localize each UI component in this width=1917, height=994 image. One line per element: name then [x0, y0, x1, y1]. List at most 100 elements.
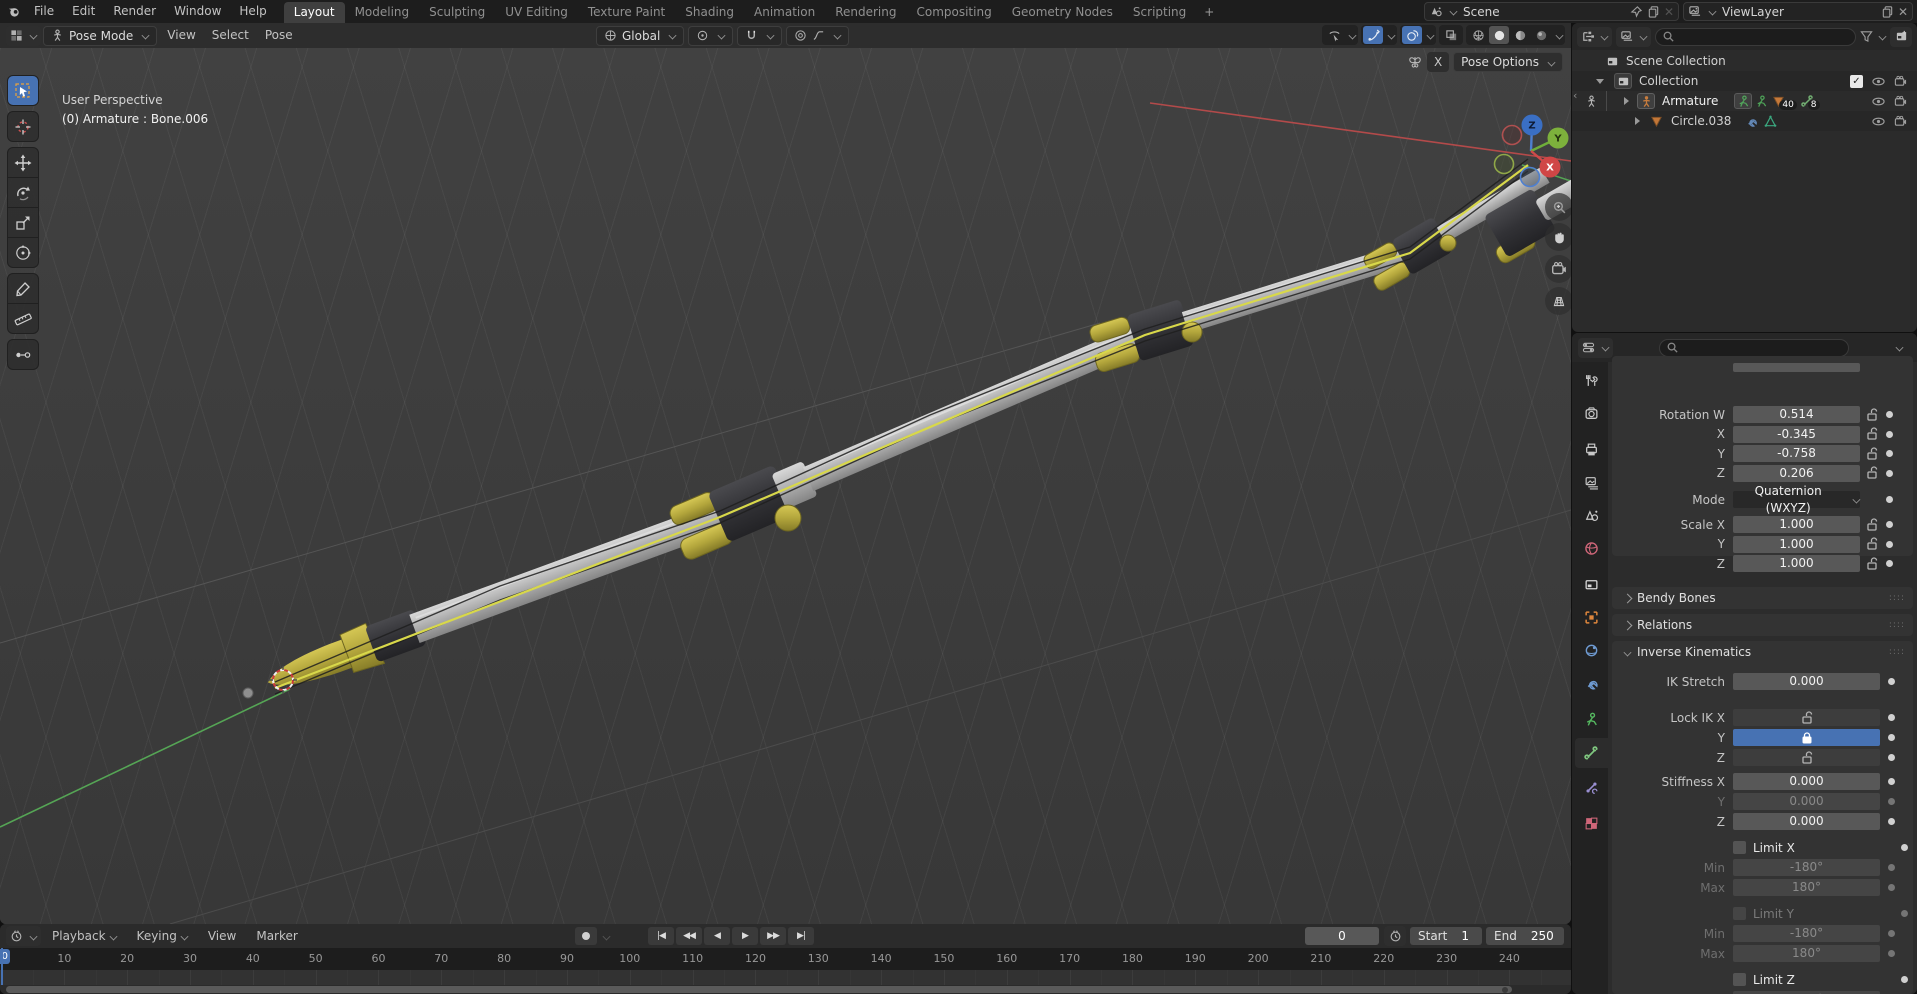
- menu-keying[interactable]: Keying: [128, 925, 197, 948]
- pivot-point-dropdown[interactable]: [688, 26, 733, 46]
- shading-rendered-button[interactable]: [1531, 26, 1551, 44]
- pan-view-button[interactable]: [1545, 223, 1571, 251]
- workspace-tab-rendering[interactable]: Rendering: [825, 2, 906, 23]
- properties-tab-data[interactable]: [1575, 704, 1608, 734]
- scale-y-field[interactable]: 1.000: [1733, 536, 1860, 553]
- properties-tab-texture[interactable]: [1575, 808, 1608, 838]
- animate-dot[interactable]: [1888, 678, 1895, 685]
- xray-toggle-button[interactable]: [1441, 26, 1461, 44]
- rotation-z-field[interactable]: 0.206: [1733, 465, 1860, 482]
- new-collection-button[interactable]: [1890, 27, 1912, 47]
- workspace-tab-animation[interactable]: Animation: [744, 2, 825, 23]
- gizmos-toggle-group[interactable]: [1361, 25, 1397, 45]
- transport-play[interactable]: ▶: [732, 927, 758, 945]
- properties-tab-tool[interactable]: [1575, 365, 1608, 395]
- bendy-bones-panel[interactable]: Bendy Bones::::: [1612, 587, 1913, 609]
- tool-select-box[interactable]: [7, 75, 39, 106]
- limit-z-checkbox[interactable]: [1733, 973, 1746, 986]
- snap-mode-chevron-icon[interactable]: [767, 32, 775, 40]
- animate-dot[interactable]: [1886, 560, 1893, 567]
- viewport-menu-pose[interactable]: Pose: [257, 23, 301, 48]
- topbar-menu-edit[interactable]: Edit: [63, 0, 104, 23]
- properties-tab-bone[interactable]: [1575, 738, 1608, 768]
- outliner-search-input[interactable]: [1655, 28, 1856, 46]
- workspace-tab-shading[interactable]: Shading: [675, 2, 744, 23]
- modifier-wrench-icon[interactable]: [1745, 115, 1758, 128]
- rotation-mode-dropdown[interactable]: Quaternion (WXYZ): [1733, 491, 1860, 508]
- properties-tab-output[interactable]: [1575, 434, 1608, 464]
- row-label[interactable]: Armature: [1662, 94, 1718, 108]
- topbar-menu-render[interactable]: Render: [104, 0, 165, 23]
- properties-tab-object[interactable]: [1575, 602, 1608, 632]
- region-collapse-chevron-icon[interactable]: ‹: [1573, 89, 1577, 102]
- lock-open-icon[interactable]: [1865, 408, 1879, 422]
- current-frame-field[interactable]: 0: [1305, 927, 1379, 945]
- viewport-menu-view[interactable]: View: [159, 23, 203, 48]
- properties-tab-view-layer[interactable]: [1575, 467, 1608, 497]
- viewport-canvas[interactable]: Z Y X User Perspective (0) Armature : Bo…: [0, 48, 1571, 924]
- pin-icon[interactable]: [1630, 5, 1643, 18]
- auto-keying-button[interactable]: [575, 927, 597, 945]
- tool-move[interactable]: [7, 147, 39, 178]
- rotation-w-field[interactable]: 0.514: [1733, 406, 1860, 423]
- animate-dot[interactable]: [1888, 754, 1895, 761]
- limit-x-checkbox[interactable]: [1733, 841, 1746, 854]
- tool-cursor[interactable]: [7, 111, 39, 142]
- lock-ik-y-toggle[interactable]: [1733, 729, 1880, 746]
- disclosure-triangle-icon[interactable]: [1624, 97, 1629, 105]
- properties-tab-world[interactable]: [1575, 533, 1608, 563]
- add-workspace-button[interactable]: +: [1196, 5, 1222, 19]
- lock-ik-z-toggle[interactable]: [1733, 749, 1880, 766]
- shading-wireframe-button[interactable]: [1468, 26, 1488, 44]
- tool-annotate[interactable]: [7, 273, 39, 304]
- transport-jump-to-start[interactable]: |◀: [648, 927, 674, 945]
- hide-eye-icon[interactable]: [1872, 115, 1885, 128]
- menu-view[interactable]: View: [199, 925, 245, 948]
- copy-icon[interactable]: [1647, 5, 1660, 18]
- rotation-y-field[interactable]: -0.758: [1733, 445, 1860, 462]
- lock-open-icon[interactable]: [1865, 447, 1879, 461]
- animate-dot[interactable]: [1886, 450, 1893, 457]
- animate-dot[interactable]: [1888, 818, 1895, 825]
- properties-editor[interactable]: Rotation W 0.514 X -0.345 Y -0.758 Z 0.2…: [1572, 333, 1917, 994]
- properties-tab-scene[interactable]: [1575, 500, 1608, 530]
- frame-start-field[interactable]: Start 1: [1410, 927, 1482, 945]
- stiffness-x-field[interactable]: 0.000: [1733, 773, 1880, 790]
- outliner-editor-type-button[interactable]: [1577, 27, 1612, 47]
- tool-scale[interactable]: [7, 207, 39, 238]
- scene-selector[interactable]: Scene ✕: [1424, 2, 1679, 21]
- workspace-tab-uv-editing[interactable]: UV Editing: [495, 2, 578, 23]
- mirror-butterfly-icon[interactable]: [1407, 54, 1423, 70]
- lock-open-icon[interactable]: [1865, 537, 1879, 551]
- lock-open-icon[interactable]: [1865, 427, 1879, 441]
- disclosure-triangle-icon[interactable]: [1635, 117, 1640, 125]
- menu-playback[interactable]: Playback: [43, 925, 126, 948]
- workspace-tab-geometry-nodes[interactable]: Geometry Nodes: [1002, 2, 1123, 23]
- rotation-x-field[interactable]: -0.345: [1733, 426, 1860, 443]
- workspace-tab-scripting[interactable]: Scripting: [1123, 2, 1196, 23]
- scene-name[interactable]: Scene: [1461, 5, 1626, 19]
- scale-x-field[interactable]: 1.000: [1733, 516, 1860, 533]
- collection-checkbox[interactable]: ✓: [1850, 75, 1863, 88]
- outliner-row-circle[interactable]: Circle.038: [1572, 111, 1917, 131]
- remove-viewlayer-icon[interactable]: ✕: [1898, 5, 1908, 19]
- outliner-editor[interactable]: Scene Collection Collection ✓ Armature: [1572, 23, 1917, 332]
- animate-dot[interactable]: [1901, 976, 1908, 983]
- ik-panel-header[interactable]: Inverse Kinematics::::: [1612, 641, 1913, 663]
- disable-render-camera-icon[interactable]: [1894, 115, 1907, 128]
- relations-panel[interactable]: Relations::::: [1612, 614, 1913, 636]
- disable-render-camera-icon[interactable]: [1894, 75, 1907, 88]
- blender-logo-icon[interactable]: [8, 5, 21, 18]
- row-label[interactable]: Collection: [1639, 74, 1698, 88]
- viewport-menu-select[interactable]: Select: [204, 23, 257, 48]
- pose-options-dropdown[interactable]: Pose Options: [1453, 52, 1563, 72]
- snap-toggle[interactable]: [737, 26, 782, 46]
- editor-type-button[interactable]: [6, 26, 41, 46]
- xmirror-toggle[interactable]: X: [1427, 52, 1449, 72]
- properties-editor-type-button[interactable]: [1578, 338, 1613, 358]
- disclosure-triangle-icon[interactable]: [1596, 79, 1604, 84]
- animate-dot[interactable]: [1886, 521, 1893, 528]
- mesh-data-icon[interactable]: [1764, 115, 1777, 128]
- scale-z-field[interactable]: 1.000: [1733, 555, 1860, 572]
- lock-ik-x-toggle[interactable]: [1733, 709, 1880, 726]
